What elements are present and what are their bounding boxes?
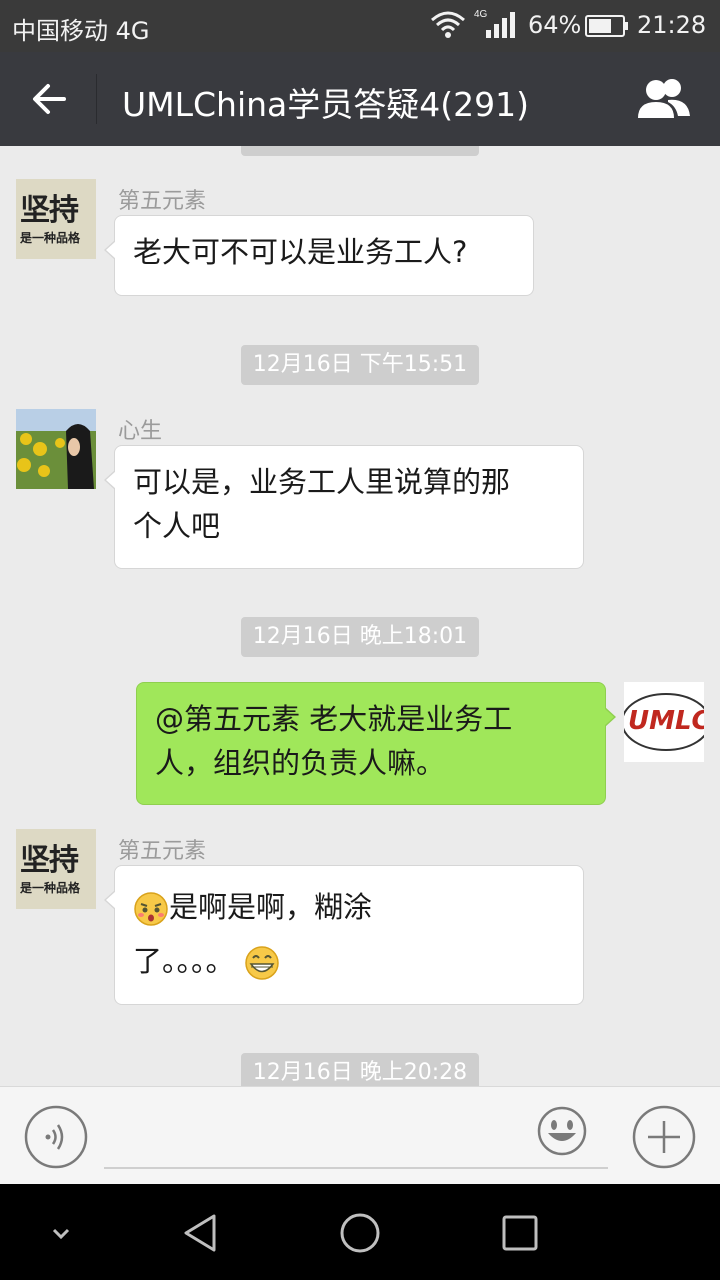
system-nav-bar [0, 1184, 720, 1280]
triangle-back-icon [184, 1214, 216, 1252]
battery-percent: 64% [528, 11, 582, 39]
status-bar: 中国移动 4G 4G 64% 21:28 [0, 0, 720, 52]
avatar-text: 坚持 [20, 843, 79, 878]
sender-name: 心生 [118, 419, 163, 444]
own-message-bubble[interactable]: @第五元素 老大就是业务工 人，组织的负责人嘛。 [136, 682, 616, 805]
smiley-icon [537, 1106, 587, 1156]
message-bubble[interactable]: 可以是，业务工人里说算的那 个人吧 [104, 445, 584, 569]
message-text-line: 人，组织的负责人嘛。 [155, 746, 446, 780]
dizzy-face-emoji-icon [134, 892, 168, 926]
more-options-button[interactable] [632, 1105, 696, 1169]
wifi-icon [430, 10, 466, 44]
header-divider [96, 74, 97, 124]
arrow-left-icon [33, 84, 66, 114]
square-recents-icon [502, 1215, 538, 1251]
grin-emoji-icon [244, 946, 279, 980]
time-divider: 12月16日 晚上20:28 [241, 1053, 479, 1086]
message-bubble[interactable]: 老大可不可以是业务工人? [104, 215, 534, 296]
avatar-logo-text: UMLC [628, 706, 704, 736]
time-divider-clipped [241, 146, 479, 156]
voice-icon [24, 1105, 88, 1169]
message-text-line: 个人吧 [133, 509, 221, 543]
sender-name: 第五元素 [118, 839, 207, 864]
sunflower-avatar-image [16, 409, 96, 489]
avatar-subtext: 是一种品格 [20, 881, 81, 895]
message-text-line: @第五元素 老大就是业务工 [155, 702, 513, 736]
signal-icon: 4G [474, 8, 516, 44]
group-icon [638, 79, 690, 118]
network-badge: 4G [474, 9, 488, 20]
message-text: 是啊是啊，糊涂 [169, 890, 373, 924]
chat-header: UMLChina学员答疑4(291) [0, 52, 720, 146]
message-text-line: 可以是，业务工人里说算的那 [133, 465, 511, 499]
message-bubble[interactable]: 是啊是啊，糊涂 了。。。。 [104, 865, 584, 1005]
message-text-line: 是啊是啊，糊涂 [133, 880, 565, 934]
message-text: 了。。。。 [133, 944, 235, 978]
hide-keyboard-button[interactable] [36, 1208, 86, 1258]
avatar-text: 坚持 [20, 193, 79, 228]
clock: 21:28 [637, 11, 707, 39]
back-button[interactable] [24, 76, 74, 122]
avatar-subtext: 是一种品格 [20, 231, 81, 245]
battery-icon [585, 14, 629, 42]
circle-home-icon [340, 1213, 380, 1253]
avatar[interactable]: 坚持 是一种品格 [16, 179, 96, 259]
voice-input-button[interactable] [24, 1105, 88, 1169]
emoji-button[interactable] [536, 1105, 588, 1157]
message-input[interactable] [104, 1105, 608, 1169]
nav-recents-button[interactable] [495, 1208, 545, 1258]
message-text: 老大可不可以是业务工人? [133, 235, 468, 269]
avatar[interactable] [16, 409, 96, 489]
time-divider: 12月16日 下午15:51 [241, 345, 479, 385]
sender-name: 第五元素 [118, 189, 207, 214]
message-list[interactable]: 坚持 是一种品格 第五元素 老大可不可以是业务工人? 12月16日 下午15:5… [0, 146, 720, 1086]
own-avatar[interactable]: UMLC [624, 682, 704, 762]
chevron-down-icon [52, 1228, 70, 1240]
group-members-button[interactable] [632, 76, 694, 122]
carrier-label: 中国移动 4G [12, 17, 150, 45]
avatar[interactable]: 坚持 是一种品格 [16, 829, 96, 909]
time-divider: 12月16日 晚上18:01 [241, 617, 479, 657]
nav-back-button[interactable] [176, 1208, 226, 1258]
plus-icon [632, 1105, 696, 1169]
message-text-line: 了。。。。 [133, 934, 565, 988]
input-bar [0, 1086, 720, 1184]
chat-title: UMLChina学员答疑4(291) [122, 85, 530, 124]
nav-home-button[interactable] [335, 1208, 385, 1258]
